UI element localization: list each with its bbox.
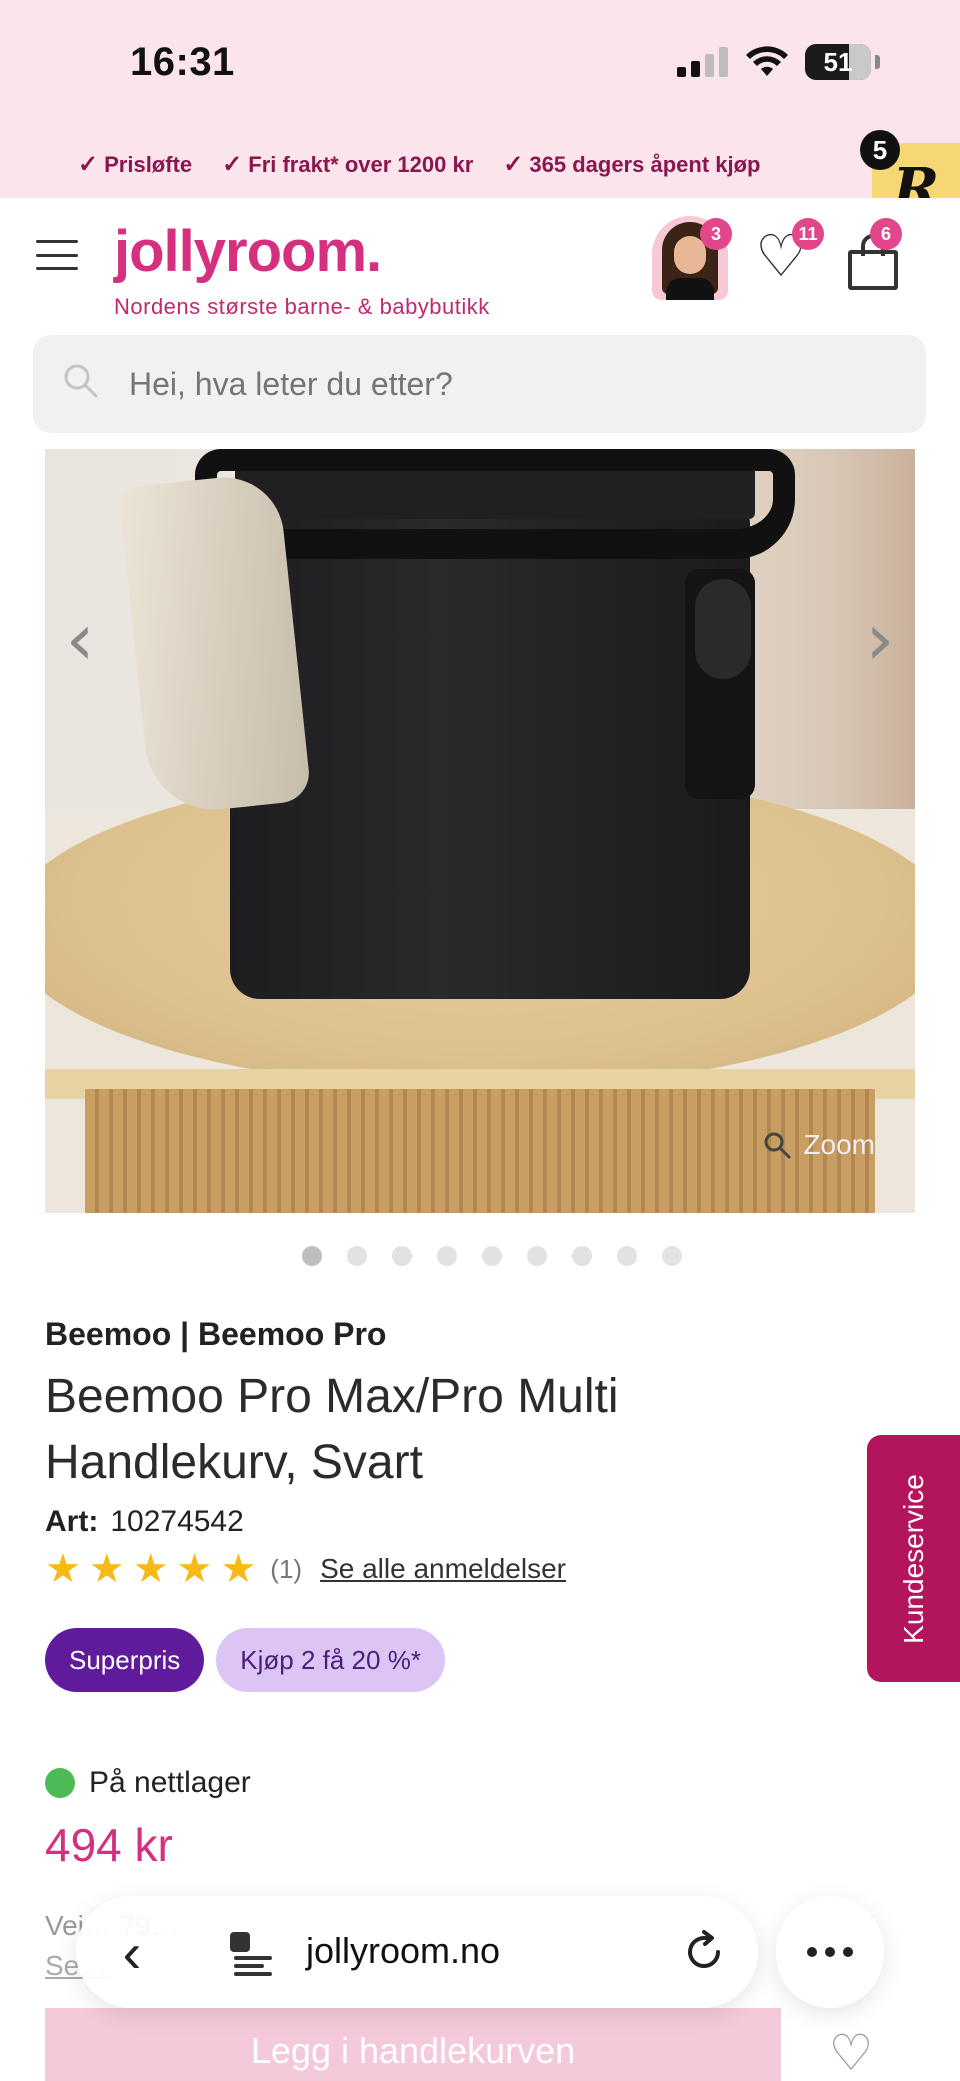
cart-badge: 6 xyxy=(870,218,902,250)
stock-label: På nettlager xyxy=(89,1766,251,1799)
carousel-dot[interactable] xyxy=(482,1246,502,1266)
site-tagline: Nordens største barne- & babybutikk xyxy=(114,294,490,319)
article-number: Art: 10274542 xyxy=(45,1505,244,1539)
browser-url-bar[interactable]: ‹ jollyroom.no xyxy=(76,1896,758,2008)
star-icon: ★ xyxy=(45,1547,81,1591)
battery-icon: 51 xyxy=(805,44,871,80)
menu-icon[interactable] xyxy=(36,240,78,270)
carousel-dot[interactable] xyxy=(302,1246,322,1266)
check-icon: ✓ xyxy=(222,151,243,178)
carousel-dot[interactable] xyxy=(392,1246,412,1266)
multibuy-tag[interactable]: Kjøp 2 få 20 %* xyxy=(216,1628,445,1692)
promo-tags: Superpris Kjøp 2 få 20 %* xyxy=(45,1628,445,1692)
add-to-wishlist-heart-icon[interactable]: ♡ xyxy=(826,2028,876,2078)
see-all-reviews-link[interactable]: Se alle anmeldelser xyxy=(320,1553,566,1585)
battery-level: 51 xyxy=(823,46,853,77)
search-bar xyxy=(33,335,926,433)
carousel-prev-chevron-icon[interactable]: ‹ xyxy=(55,599,105,679)
carousel-dot[interactable] xyxy=(617,1246,637,1266)
status-icons: 51 xyxy=(677,44,880,80)
top-band: 16:31 51 ✓ Prisløfte ✓ Fri frakt* over 1… xyxy=(0,0,960,198)
carousel-dot[interactable] xyxy=(437,1246,457,1266)
check-icon: ✓ xyxy=(78,151,99,178)
product-price: 494 kr xyxy=(45,1819,173,1871)
star-icon: ★ xyxy=(220,1547,257,1591)
product-brand[interactable]: Beemoo | Beemoo Pro xyxy=(45,1316,386,1353)
add-to-cart-button[interactable]: Legg i handlekurven xyxy=(45,2008,781,2081)
browser-more-icon[interactable] xyxy=(776,1896,884,2008)
cellular-signal-icon xyxy=(677,47,728,77)
carousel-dot[interactable] xyxy=(527,1246,547,1266)
carousel-dot[interactable] xyxy=(662,1246,682,1266)
site-header: jollyroom. Nordens største barne- & baby… xyxy=(0,198,960,328)
star-icon: ★ xyxy=(132,1547,169,1591)
stock-status: På nettlager xyxy=(45,1766,251,1800)
site-logo[interactable]: jollyroom. xyxy=(114,218,382,285)
usp-item: ✓ 365 dagers åpent kjøp xyxy=(503,150,760,179)
star-icon: ★ xyxy=(88,1547,125,1591)
usp-label: Prisløfte xyxy=(104,151,193,177)
zoom-button[interactable]: Zoom xyxy=(763,1129,875,1161)
star-icon: ★ xyxy=(176,1547,213,1591)
search-icon xyxy=(64,364,98,398)
zoom-label: Zoom xyxy=(803,1129,875,1160)
carousel-next-chevron-icon[interactable]: › xyxy=(855,599,905,679)
article-label: Art: xyxy=(45,1505,99,1538)
check-icon: ✓ xyxy=(503,151,524,178)
customer-service-label: Kundeservice xyxy=(897,1473,929,1644)
r-count-badge: 5 xyxy=(860,130,900,170)
carousel-dots xyxy=(302,1246,682,1266)
reload-icon[interactable] xyxy=(678,1926,730,1978)
product-image-basket xyxy=(230,509,750,999)
battery-tip xyxy=(875,55,880,69)
usp-label: 365 dagers åpent kjøp xyxy=(529,151,761,177)
product-title: Beemoo Pro Max/Pro Multi Handlekurv, Sva… xyxy=(45,1370,619,1489)
search-input[interactable] xyxy=(129,335,889,433)
usp-label: Fri frakt* over 1200 kr xyxy=(248,151,474,177)
rating-count: (1) xyxy=(270,1553,303,1584)
page: 16:31 51 ✓ Prisløfte ✓ Fri frakt* over 1… xyxy=(0,0,960,2081)
in-stock-dot-icon xyxy=(45,1768,75,1798)
status-time: 16:31 xyxy=(130,40,235,84)
account-badge: 3 xyxy=(700,218,732,250)
carousel-dot[interactable] xyxy=(572,1246,592,1266)
browser-back-chevron-icon[interactable]: ‹ xyxy=(76,1896,188,2008)
zoom-magnifier-icon xyxy=(764,1132,791,1159)
usp-item: ✓ Prisløfte xyxy=(78,150,192,179)
superpris-tag[interactable]: Superpris xyxy=(45,1628,205,1692)
browser-url-text[interactable]: jollyroom.no xyxy=(306,1930,500,1972)
wifi-icon xyxy=(746,46,788,76)
usp-row: ✓ Prisløfte ✓ Fri frakt* over 1200 kr ✓ … xyxy=(78,150,760,179)
usp-item: ✓ Fri frakt* over 1200 kr xyxy=(222,150,473,179)
rating-row: ★ ★ ★ ★ ★ (1) Se alle anmeldelser xyxy=(45,1549,566,1589)
page-menu-icon[interactable] xyxy=(226,1926,278,1978)
article-value: 10274542 xyxy=(110,1505,244,1538)
wishlist-badge: 11 xyxy=(792,218,824,250)
carousel-dot[interactable] xyxy=(347,1246,367,1266)
customer-service-tab[interactable]: Kundeservice xyxy=(867,1435,960,1682)
product-image-carousel[interactable]: ‹ › Zoom xyxy=(45,449,915,1213)
